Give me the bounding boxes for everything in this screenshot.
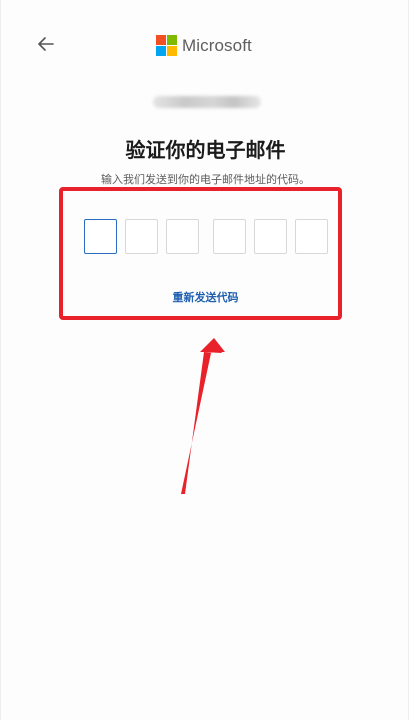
- verification-screen: Microsoft 验证你的电子邮件 输入我们发送到你的电子邮件地址的代码。 重…: [0, 0, 409, 720]
- red-arrow-icon: [181, 338, 225, 494]
